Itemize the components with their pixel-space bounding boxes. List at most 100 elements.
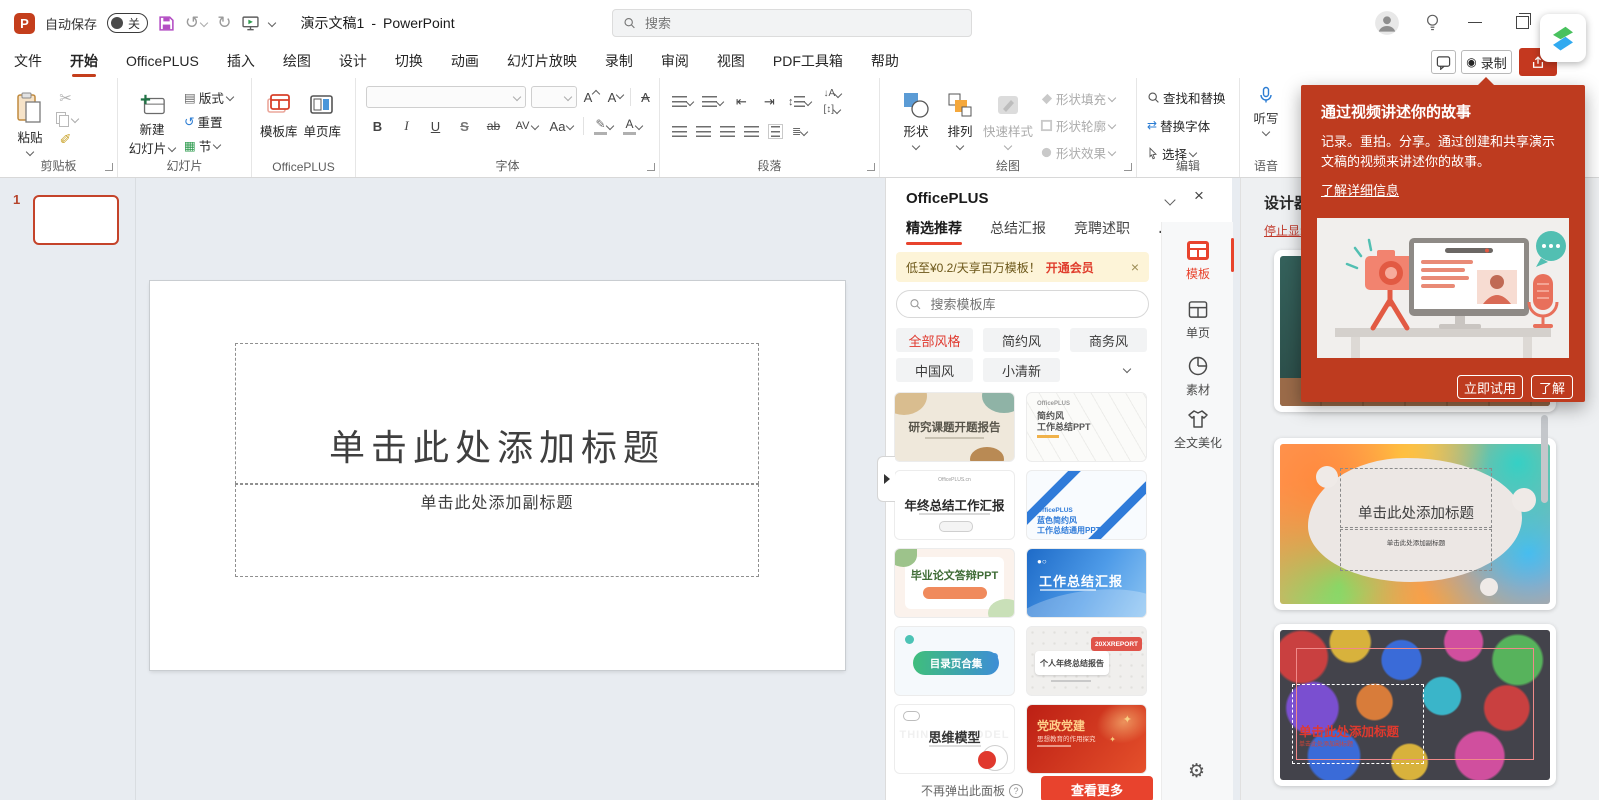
align-right-icon[interactable]	[720, 126, 735, 137]
template-card-thinking-model[interactable]: THINKING MODEL 思维模型	[894, 704, 1015, 774]
decrease-indent-icon[interactable]: ⇤	[732, 92, 751, 112]
strikethrough-button[interactable]: ab	[484, 116, 503, 136]
text-shadow-button[interactable]: S	[455, 116, 474, 136]
copy-button[interactable]	[56, 112, 78, 125]
find-replace-button[interactable]: 查找和替换	[1147, 86, 1226, 108]
clipboard-dialog-launcher[interactable]	[105, 163, 113, 171]
dictate-label[interactable]: 听写	[1253, 108, 1278, 127]
tab-officeplus[interactable]: OfficePLUS	[126, 48, 199, 77]
tab-help[interactable]: 帮助	[871, 46, 899, 79]
arrange-button[interactable]: 排列	[938, 84, 982, 162]
justify-icon[interactable]	[744, 126, 759, 137]
bold-button[interactable]: B	[368, 116, 387, 136]
smartart-convert-button[interactable]: ≣	[792, 125, 807, 138]
settings-gear-icon[interactable]: ⚙	[1188, 760, 1205, 783]
paste-button[interactable]: 粘贴	[16, 84, 44, 162]
quick-access-more-icon[interactable]	[267, 19, 275, 27]
text-direction-button[interactable]: ↓A	[824, 88, 842, 99]
font-color-button[interactable]: A	[623, 117, 642, 135]
template-library-button[interactable]: 模板库	[260, 84, 298, 162]
columns-button[interactable]	[768, 124, 783, 139]
search-box[interactable]	[612, 9, 972, 37]
pane-collapse-handle[interactable]	[877, 456, 895, 502]
pane-tab-interview[interactable]: 竞聘述职	[1074, 218, 1130, 238]
paragraph-dialog-launcher[interactable]	[867, 163, 875, 171]
design-suggestion-2[interactable]: 单击此处添加标题 单击此处添加副标题	[1274, 438, 1556, 610]
learn-button[interactable]: 了解	[1531, 375, 1573, 399]
template-search-input[interactable]	[929, 296, 1136, 313]
font-size-combo[interactable]	[531, 86, 577, 108]
slideshow-button[interactable]	[242, 15, 259, 32]
align-text-button[interactable]: [↕]	[824, 104, 841, 115]
pane-tab-featured[interactable]: 精选推荐	[906, 218, 962, 238]
page-library-button[interactable]: 单页库	[304, 84, 342, 162]
redo-button[interactable]: ↻	[217, 13, 231, 33]
template-card-blue-summary[interactable]: OfficePLUS 蓝色简约风 工作总结通用PPT	[1026, 470, 1147, 540]
title-placeholder[interactable]: 单击此处添加标题	[235, 343, 759, 484]
template-card-minimal-summary[interactable]: OfficePLUS 简约风 工作总结PPT	[1026, 392, 1147, 462]
rail-item-assets[interactable]: 素材	[1162, 355, 1234, 398]
font-dialog-launcher[interactable]	[647, 163, 655, 171]
align-left-icon[interactable]	[672, 126, 687, 137]
tab-transitions[interactable]: 切换	[395, 46, 423, 79]
shape-fill-button[interactable]: 形状填充	[1040, 87, 1115, 109]
line-spacing-button[interactable]: ↕	[788, 96, 811, 108]
slide-thumbnail-1[interactable]	[33, 195, 119, 245]
template-search-box[interactable]	[896, 290, 1149, 318]
undo-button[interactable]: ↺	[185, 13, 207, 33]
minimize-button[interactable]	[1468, 22, 1482, 23]
grow-font-button[interactable]: A	[582, 87, 601, 107]
see-more-button[interactable]: 查看更多	[1041, 776, 1153, 800]
record-button[interactable]: ◉ 录制	[1461, 50, 1512, 74]
comments-button[interactable]	[1431, 50, 1456, 74]
chip-minimal[interactable]: 简约风	[983, 328, 1060, 352]
chip-business[interactable]: 商务风	[1070, 328, 1147, 352]
chip-fresh[interactable]: 小清新	[983, 358, 1060, 382]
tab-design[interactable]: 设计	[339, 46, 367, 79]
drawing-dialog-launcher[interactable]	[1124, 163, 1132, 171]
banner-close-icon[interactable]: ×	[1131, 259, 1139, 275]
undo-dropdown-icon[interactable]	[200, 19, 208, 27]
powerpoint-app-icon[interactable]: P	[14, 13, 35, 34]
tab-file[interactable]: 文件	[14, 46, 42, 79]
template-card-personal-report[interactable]: 20XXREPORT 个人年终总结报告	[1026, 626, 1147, 696]
chip-all-styles[interactable]: 全部风格	[896, 328, 973, 352]
template-card-yearend[interactable]: OfficePLUS.cn 年终总结工作汇报	[894, 470, 1015, 540]
designer-scrollbar[interactable]	[1541, 415, 1548, 503]
rail-item-beautify[interactable]: 全文美化	[1162, 408, 1234, 451]
layout-button[interactable]: ▤版式	[184, 86, 233, 108]
chips-expand-icon[interactable]	[1123, 365, 1131, 373]
replace-font-button[interactable]: ⇄替换字体	[1147, 114, 1210, 136]
format-painter-icon[interactable]: ✐	[56, 129, 75, 149]
pane-collapse-icon[interactable]	[1164, 194, 1175, 205]
save-button[interactable]	[158, 15, 175, 32]
tab-view[interactable]: 视图	[717, 46, 745, 79]
account-button[interactable]	[1374, 10, 1400, 39]
pane-tab-summary[interactable]: 总结汇报	[990, 218, 1046, 238]
quick-styles-button[interactable]: 快速样式	[982, 84, 1034, 162]
autosave-toggle[interactable]: 关	[107, 13, 148, 33]
tab-slideshow[interactable]: 幻灯片放映	[507, 46, 577, 79]
subtitle-placeholder[interactable]: 单击此处添加副标题	[235, 484, 759, 577]
pane-close-icon[interactable]: ×	[1194, 186, 1204, 206]
restore-button[interactable]	[1516, 16, 1529, 29]
tab-review[interactable]: 审阅	[661, 46, 689, 79]
membership-banner[interactable]: 低至¥0.2/天享百万模板！ 开通会员 ×	[896, 252, 1149, 282]
clear-format-button[interactable]: A	[636, 87, 655, 107]
tab-draw[interactable]: 绘图	[283, 46, 311, 79]
template-card-toc[interactable]: 目录页合集	[894, 626, 1015, 696]
search-input[interactable]	[643, 15, 961, 32]
template-card-party[interactable]: ✦ ✦ 党政党建 思想教育的作用探究	[1026, 704, 1147, 774]
tab-record[interactable]: 录制	[605, 46, 633, 79]
char-spacing-button[interactable]: AV	[513, 116, 538, 136]
new-slide-button[interactable]: 新建 幻灯片	[128, 84, 176, 162]
banner-link[interactable]: 开通会员	[1046, 259, 1094, 276]
template-card-work-summary[interactable]: ●○ 工作总结汇报	[1026, 548, 1147, 618]
change-case-button[interactable]: Aa	[548, 116, 573, 136]
try-now-button[interactable]: 立即试用	[1457, 375, 1523, 399]
align-center-icon[interactable]	[696, 126, 711, 137]
cut-icon[interactable]: ✂	[56, 88, 75, 108]
font-name-combo[interactable]	[366, 86, 526, 108]
rail-item-pages[interactable]: 单页	[1162, 300, 1234, 341]
template-card-research[interactable]: 研究课题开题报告	[894, 392, 1015, 462]
